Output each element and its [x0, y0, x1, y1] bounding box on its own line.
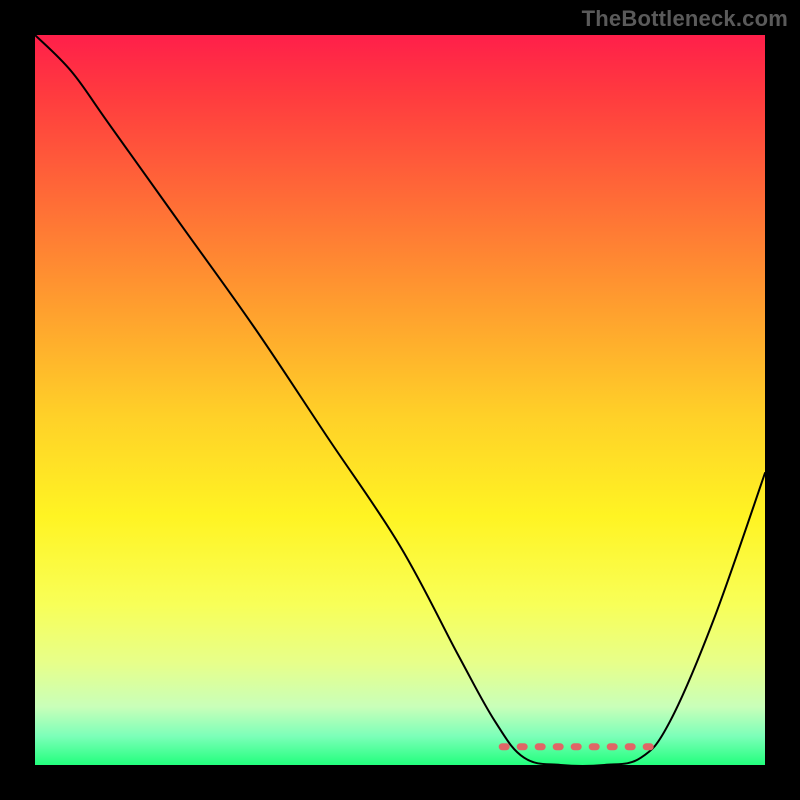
bottleneck-curve [35, 35, 765, 765]
curve-layer [35, 35, 765, 765]
watermark-text: TheBottleneck.com [582, 6, 788, 32]
chart-frame: TheBottleneck.com [0, 0, 800, 800]
plot-area [35, 35, 765, 765]
